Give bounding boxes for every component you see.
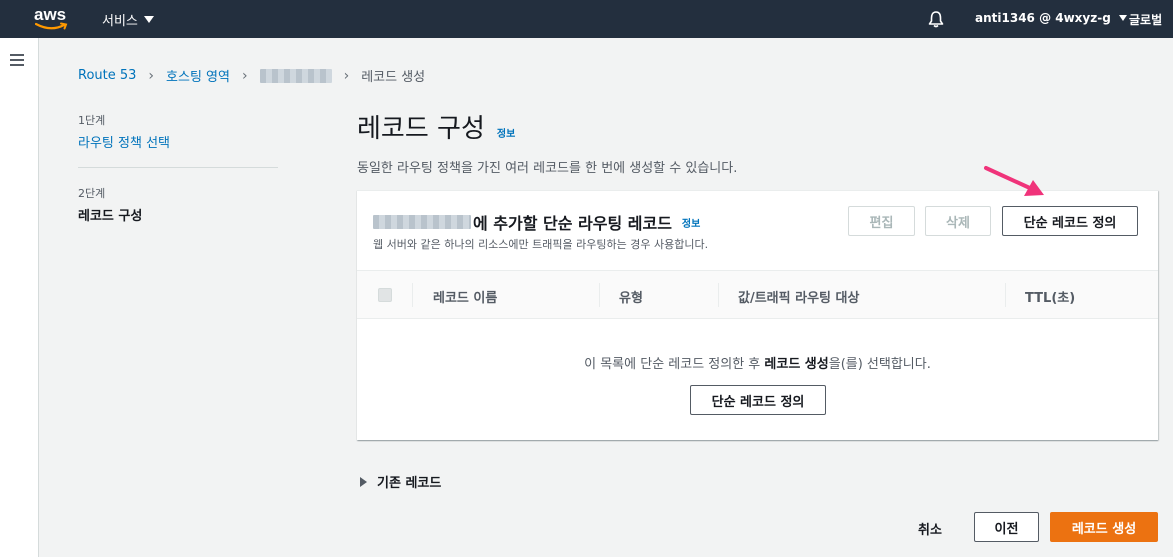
column-divider xyxy=(599,283,600,307)
bell-icon[interactable] xyxy=(927,10,945,28)
region-menu[interactable]: 글로벌 xyxy=(1129,11,1162,28)
step2-label: 2단계 xyxy=(78,187,106,200)
column-record-name[interactable]: 레코드 이름 xyxy=(433,287,497,306)
panel-title: 에 추가할 단순 라우팅 레코드 정보 xyxy=(373,210,700,234)
info-link[interactable]: 정보 xyxy=(497,125,515,140)
delete-button[interactable]: 삭제 xyxy=(925,206,991,236)
empty-state-message: 이 목록에 단순 레코드 정의한 후 레코드 생성을(를) 선택합니다. xyxy=(357,353,1158,372)
breadcrumb-current: 레코드 생성 xyxy=(361,70,426,85)
breadcrumb-route53[interactable]: Route 53 xyxy=(78,68,136,83)
select-all-checkbox[interactable] xyxy=(378,288,392,302)
column-divider xyxy=(412,283,413,307)
cancel-button[interactable]: 취소 xyxy=(918,519,942,538)
chevron-right-icon: › xyxy=(241,67,248,84)
caret-down-icon xyxy=(1118,15,1127,21)
step-divider xyxy=(78,167,278,168)
edit-button[interactable]: 편집 xyxy=(848,206,915,236)
column-ttl[interactable]: TTL(초) xyxy=(1025,287,1075,306)
services-menu[interactable]: 서비스 xyxy=(102,10,154,29)
panel-subtitle: 웹 서버와 같은 하나의 리소스에만 트래픽을 라우팅하는 경우 사용합니다. xyxy=(373,238,709,251)
existing-records-expander[interactable]: 기존 레코드 xyxy=(360,472,441,491)
records-table-header: 레코드 이름 유형 값/트래픽 라우팅 대상 TTL(초) xyxy=(357,270,1158,319)
aws-smile-icon xyxy=(35,22,68,30)
step1-label: 1단계 xyxy=(78,114,106,127)
annotation-arrow-icon xyxy=(984,166,1044,196)
wizard-steps: 1단계 라우팅 정책 선택 2단계 레코드 구성 xyxy=(78,112,278,224)
empty-state-suffix: 을(를) 선택합니다. xyxy=(828,357,931,372)
define-simple-record-button[interactable]: 단순 레코드 정의 xyxy=(1002,206,1138,236)
account-menu[interactable]: anti1346 @ 4wxyz-g xyxy=(975,11,1127,25)
side-navigation-rail xyxy=(0,38,39,557)
caret-right-icon xyxy=(360,476,367,487)
step1-link[interactable]: 라우팅 정책 선택 xyxy=(78,132,278,151)
step2-title: 레코드 구성 xyxy=(78,209,143,224)
create-records-button[interactable]: 레코드 생성 xyxy=(1050,512,1158,542)
breadcrumb-redacted-zone[interactable] xyxy=(259,68,332,83)
empty-define-simple-record-button[interactable]: 단순 레코드 정의 xyxy=(690,385,826,415)
account-label: anti1346 @ 4wxyz-g xyxy=(975,11,1111,25)
simple-records-panel: 에 추가할 단순 라우팅 레코드 정보 웹 서버와 같은 하나의 리소스에만 트… xyxy=(357,190,1158,440)
page-description: 동일한 라우팅 정책을 가진 여러 레코드를 한 번에 생성할 수 있습니다. xyxy=(357,161,738,176)
chevron-right-icon: › xyxy=(343,67,350,84)
column-type[interactable]: 유형 xyxy=(619,287,643,306)
breadcrumb: Route 53 › 호스팅 영역 › › 레코드 생성 xyxy=(78,66,426,86)
existing-records-label: 기존 레코드 xyxy=(377,476,442,491)
column-divider xyxy=(718,283,719,307)
page-title: 레코드 구성 정보 xyxy=(357,108,515,145)
empty-state-prefix: 이 목록에 단순 레코드 정의한 후 xyxy=(584,357,765,372)
page-title-text: 레코드 구성 xyxy=(357,114,485,144)
empty-state-bold: 레코드 생성 xyxy=(764,357,829,372)
panel-title-text: 에 추가할 단순 라우팅 레코드 xyxy=(473,214,672,233)
services-label: 서비스 xyxy=(102,14,138,29)
caret-down-icon xyxy=(143,16,154,23)
aws-logo[interactable]: aws xyxy=(34,5,70,31)
chevron-right-icon: › xyxy=(148,67,155,84)
column-divider xyxy=(1005,283,1006,307)
panel-info-link[interactable]: 정보 xyxy=(682,215,700,230)
redacted-zone-name xyxy=(373,215,471,229)
column-value[interactable]: 값/트래픽 라우팅 대상 xyxy=(738,287,859,306)
breadcrumb-hosted-zones[interactable]: 호스팅 영역 xyxy=(166,66,230,85)
previous-button[interactable]: 이전 xyxy=(974,512,1039,542)
top-navigation: aws 서비스 anti1346 @ 4wxyz-g 글로벌 xyxy=(0,0,1173,38)
menu-icon[interactable] xyxy=(10,54,24,66)
